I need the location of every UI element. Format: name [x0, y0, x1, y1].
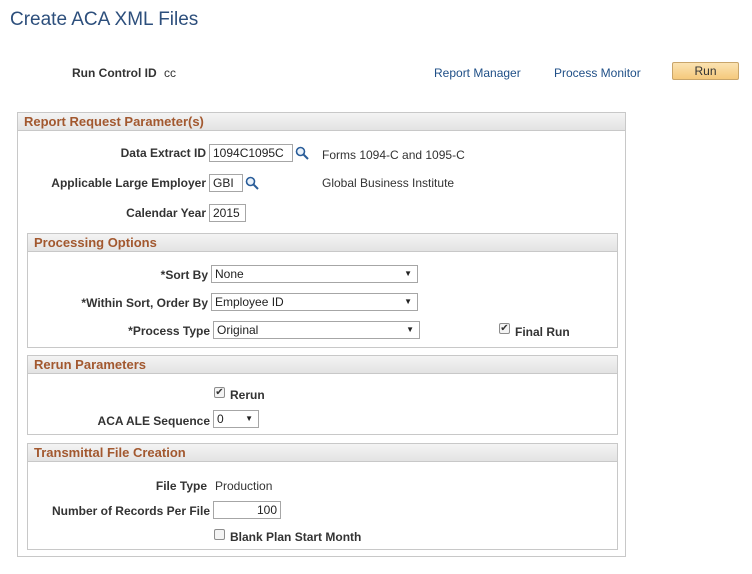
chevron-down-icon: ▼	[404, 297, 412, 306]
processing-options-header: Processing Options	[28, 234, 617, 252]
employer-input[interactable]: GBI	[209, 174, 243, 192]
file-type-value: Production	[215, 479, 273, 493]
chevron-down-icon: ▼	[406, 325, 414, 334]
data-extract-id-input[interactable]: 1094C1095C	[209, 144, 293, 162]
blank-plan-label: Blank Plan Start Month	[230, 530, 362, 544]
data-extract-description: Forms 1094-C and 1095-C	[322, 148, 465, 162]
data-extract-lookup-icon[interactable]	[295, 146, 309, 160]
run-control-label: Run Control ID	[72, 66, 157, 80]
transmittal-header: Transmittal File Creation	[28, 444, 617, 462]
order-by-label: *Within Sort, Order By	[81, 296, 208, 310]
calendar-year-label: Calendar Year	[126, 206, 206, 220]
chevron-down-icon: ▼	[404, 269, 412, 278]
blank-plan-checkbox[interactable]	[214, 529, 225, 540]
rerun-checkbox[interactable]: ✔	[214, 387, 225, 398]
report-request-header: Report Request Parameter(s)	[18, 113, 625, 131]
file-type-label: File Type	[155, 479, 207, 493]
employer-label: Applicable Large Employer	[51, 176, 206, 190]
ale-sequence-label: ACA ALE Sequence	[97, 414, 210, 428]
sort-by-select[interactable]: None ▼	[211, 265, 418, 283]
calendar-year-input[interactable]: 2015	[209, 204, 246, 222]
ale-sequence-value: 0	[217, 412, 224, 426]
order-by-value: Employee ID	[215, 295, 284, 309]
final-run-checkbox[interactable]: ✔	[499, 323, 510, 334]
data-extract-id-label: Data Extract ID	[120, 146, 206, 160]
process-type-value: Original	[217, 323, 259, 337]
process-type-label: *Process Type	[128, 324, 210, 338]
checkmark-icon: ✔	[215, 387, 224, 398]
employer-description: Global Business Institute	[322, 176, 455, 190]
process-monitor-link[interactable]: Process Monitor	[554, 66, 641, 80]
checkmark-icon: ✔	[500, 323, 509, 334]
records-per-file-label: Number of Records Per File	[51, 504, 210, 518]
report-manager-link[interactable]: Report Manager	[434, 66, 521, 80]
process-type-select[interactable]: Original ▼	[213, 321, 420, 339]
rerun-parameters-header: Rerun Parameters	[28, 356, 617, 374]
order-by-select[interactable]: Employee ID ▼	[211, 293, 418, 311]
records-per-file-input[interactable]: 100	[213, 501, 281, 519]
employer-lookup-icon[interactable]	[245, 176, 259, 190]
run-button[interactable]: Run	[672, 62, 739, 80]
run-control-value: cc	[164, 66, 176, 80]
rerun-label: Rerun	[230, 388, 265, 402]
sort-by-label: *Sort By	[160, 268, 208, 282]
chevron-down-icon: ▼	[245, 414, 253, 423]
page-title: Create ACA XML Files	[10, 9, 199, 30]
ale-sequence-select[interactable]: 0 ▼	[213, 410, 259, 428]
final-run-label: Final Run	[515, 325, 570, 339]
sort-by-value: None	[215, 267, 244, 281]
